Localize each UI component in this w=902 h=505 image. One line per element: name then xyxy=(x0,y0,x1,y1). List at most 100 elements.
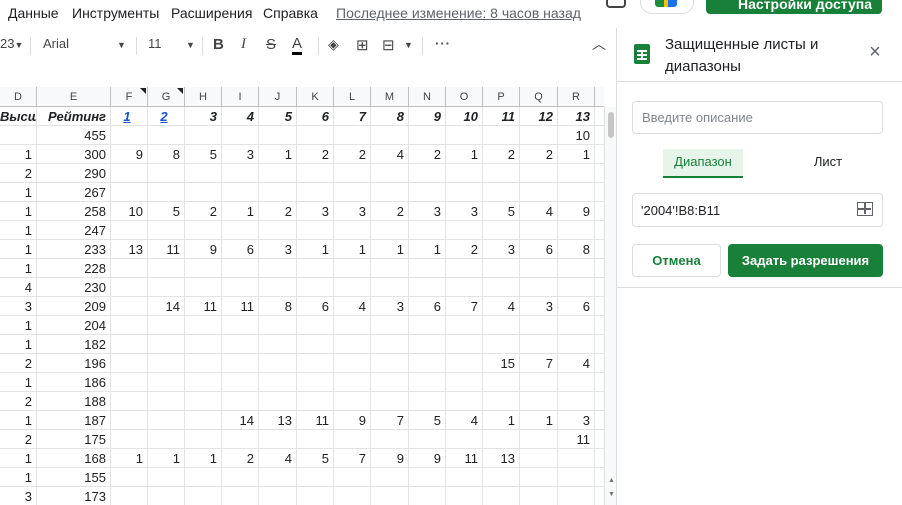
table-cell[interactable] xyxy=(483,373,520,392)
table-cell[interactable] xyxy=(483,468,520,487)
table-cell[interactable] xyxy=(520,373,558,392)
header-cell[interactable]: 11 xyxy=(483,107,520,126)
table-cell[interactable] xyxy=(520,221,558,240)
table-cell[interactable] xyxy=(148,354,185,373)
text-color-icon[interactable]: A xyxy=(292,36,303,55)
table-cell[interactable]: 5 xyxy=(148,202,185,221)
table-cell[interactable]: 5 xyxy=(185,145,222,164)
table-cell[interactable]: 204 xyxy=(37,316,111,335)
table-cell[interactable]: 3 xyxy=(520,297,558,316)
table-cell[interactable] xyxy=(520,164,558,183)
table-cell[interactable] xyxy=(483,316,520,335)
table-cell[interactable] xyxy=(334,316,371,335)
table-cell[interactable]: 1 xyxy=(297,240,334,259)
table-cell[interactable]: 209 xyxy=(37,297,111,316)
table-cell[interactable]: 14 xyxy=(222,411,259,430)
table-cell[interactable] xyxy=(297,392,334,411)
menu-data[interactable]: Данные xyxy=(8,5,59,21)
table-cell[interactable] xyxy=(111,354,148,373)
table-cell[interactable]: 2 xyxy=(0,430,37,449)
table-cell[interactable] xyxy=(371,259,409,278)
table-cell[interactable] xyxy=(148,183,185,202)
table-cell[interactable] xyxy=(185,373,222,392)
table-cell[interactable]: 3 xyxy=(334,202,371,221)
table-cell[interactable]: 4 xyxy=(520,202,558,221)
table-cell[interactable]: 290 xyxy=(37,164,111,183)
table-cell[interactable] xyxy=(111,297,148,316)
table-cell[interactable]: 2 xyxy=(409,145,446,164)
table-cell[interactable] xyxy=(148,487,185,505)
table-cell[interactable]: 4 xyxy=(334,297,371,316)
table-cell[interactable] xyxy=(371,183,409,202)
table-cell[interactable]: 267 xyxy=(37,183,111,202)
table-cell[interactable] xyxy=(222,164,259,183)
table-cell[interactable]: 2 xyxy=(0,354,37,373)
table-cell[interactable] xyxy=(185,316,222,335)
scrollbar-thumb[interactable] xyxy=(608,112,614,138)
table-cell[interactable] xyxy=(185,335,222,354)
table-cell[interactable]: 1 xyxy=(185,449,222,468)
table-cell[interactable]: 1 xyxy=(0,183,37,202)
table-cell[interactable]: 10 xyxy=(111,202,148,221)
table-cell[interactable] xyxy=(0,126,37,145)
table-cell[interactable] xyxy=(334,335,371,354)
table-cell[interactable] xyxy=(297,126,334,145)
table-cell[interactable]: 9 xyxy=(111,145,148,164)
table-cell[interactable] xyxy=(520,316,558,335)
table-cell[interactable] xyxy=(297,373,334,392)
description-input[interactable]: Введите описание xyxy=(632,101,883,134)
table-cell[interactable] xyxy=(334,183,371,202)
table-cell[interactable] xyxy=(371,468,409,487)
table-cell[interactable] xyxy=(446,392,483,411)
table-cell[interactable] xyxy=(558,335,595,354)
chevron-down-icon[interactable]: ▼ xyxy=(117,36,126,51)
table-cell[interactable]: 230 xyxy=(37,278,111,297)
header-cell[interactable]: 12 xyxy=(520,107,558,126)
table-cell[interactable]: 9 xyxy=(558,202,595,221)
table-cell[interactable]: 1 xyxy=(0,411,37,430)
table-cell[interactable] xyxy=(148,221,185,240)
table-cell[interactable]: 1 xyxy=(558,145,595,164)
fill-color-icon[interactable]: ◈ xyxy=(328,36,339,53)
table-cell[interactable] xyxy=(111,221,148,240)
table-cell[interactable] xyxy=(185,392,222,411)
table-cell[interactable] xyxy=(446,183,483,202)
table-cell[interactable]: 6 xyxy=(558,297,595,316)
table-cell[interactable]: 2 xyxy=(297,145,334,164)
cancel-button[interactable]: Отмена xyxy=(632,244,721,277)
table-cell[interactable] xyxy=(446,278,483,297)
table-cell[interactable]: 173 xyxy=(37,487,111,505)
table-cell[interactable]: 1 xyxy=(446,145,483,164)
table-cell[interactable]: 188 xyxy=(37,392,111,411)
table-cell[interactable]: 1 xyxy=(259,145,297,164)
chevron-down-icon[interactable]: ▼ xyxy=(404,36,413,51)
table-cell[interactable]: 11 xyxy=(148,240,185,259)
table-cell[interactable] xyxy=(185,126,222,145)
table-cell[interactable] xyxy=(111,259,148,278)
table-cell[interactable] xyxy=(446,468,483,487)
font-size-select[interactable]: 11 xyxy=(148,36,162,51)
table-cell[interactable] xyxy=(111,316,148,335)
table-cell[interactable] xyxy=(222,392,259,411)
table-cell[interactable]: 1 xyxy=(0,468,37,487)
table-cell[interactable] xyxy=(297,278,334,297)
table-cell[interactable] xyxy=(409,468,446,487)
table-cell[interactable]: 4 xyxy=(371,145,409,164)
table-cell[interactable] xyxy=(259,164,297,183)
table-cell[interactable]: 2 xyxy=(222,449,259,468)
table-cell[interactable] xyxy=(222,183,259,202)
table-cell[interactable] xyxy=(222,316,259,335)
sheet-grid[interactable]: ВысшееРейтинг123456789101112134551013009… xyxy=(0,87,604,505)
table-cell[interactable] xyxy=(409,278,446,297)
table-cell[interactable]: 4 xyxy=(446,411,483,430)
table-cell[interactable] xyxy=(297,487,334,505)
table-cell[interactable] xyxy=(446,354,483,373)
table-cell[interactable] xyxy=(446,316,483,335)
table-cell[interactable]: 1 xyxy=(0,145,37,164)
table-cell[interactable] xyxy=(371,164,409,183)
header-cell[interactable]: 8 xyxy=(371,107,409,126)
header-cell[interactable]: 9 xyxy=(409,107,446,126)
table-cell[interactable] xyxy=(148,373,185,392)
table-cell[interactable] xyxy=(148,259,185,278)
table-cell[interactable] xyxy=(409,126,446,145)
